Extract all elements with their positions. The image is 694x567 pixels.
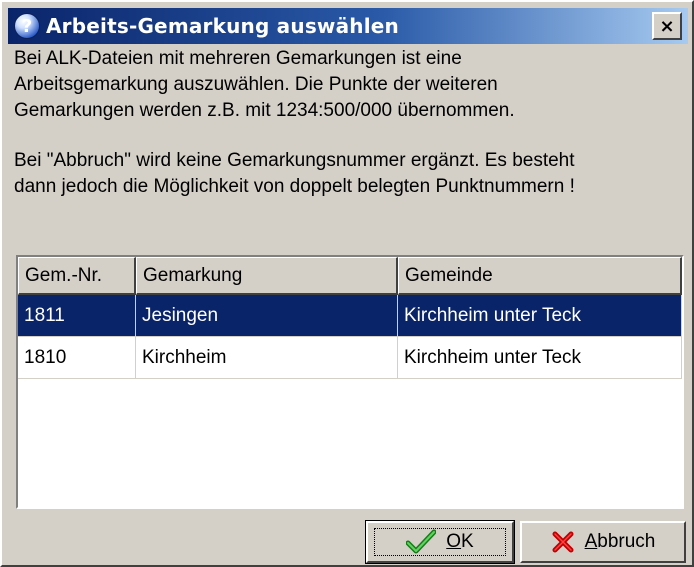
cell-gemarkung: Jesingen — [136, 295, 398, 336]
close-icon: × — [659, 15, 675, 37]
column-header-gemeinde[interactable]: Gemeinde — [398, 257, 682, 295]
focus-rect — [374, 528, 506, 556]
list-header: Gem.-Nr. Gemarkung Gemeinde — [18, 257, 682, 295]
cancel-label: Abbruch — [584, 531, 656, 552]
column-header-gemarkung[interactable]: Gemarkung — [136, 257, 398, 295]
red-x-icon — [551, 530, 575, 554]
question-icon: ? — [14, 13, 40, 39]
cell-gem-nr: 1811 — [18, 295, 136, 336]
message-paragraph-1: Bei ALK-Dateien mit mehreren Gemarkungen… — [14, 48, 515, 121]
cell-gem-nr: 1810 — [18, 337, 136, 378]
message-paragraph-2: Bei "Abbruch" wird keine Gemarkungsnumme… — [14, 150, 575, 197]
cell-gemeinde: Kirchheim unter Teck — [398, 337, 682, 378]
table-row[interactable]: 1811 Jesingen Kirchheim unter Teck — [18, 295, 682, 337]
cell-gemarkung: Kirchheim — [136, 337, 398, 378]
dialog-window: ? Arbeits-Gemarkung auswählen × Bei ALK-… — [0, 0, 694, 567]
ok-button[interactable]: OK — [365, 520, 515, 564]
column-header-gem-nr[interactable]: Gem.-Nr. — [18, 257, 136, 295]
table-row[interactable]: 1810 Kirchheim Kirchheim unter Teck — [18, 337, 682, 379]
dialog-title: Arbeits-Gemarkung auswählen — [46, 14, 399, 38]
gemarkung-list[interactable]: Gem.-Nr. Gemarkung Gemeinde 1811 Jesinge… — [16, 255, 684, 509]
title-bar[interactable]: ? Arbeits-Gemarkung auswählen × — [8, 8, 688, 44]
cancel-button[interactable]: Abbruch — [520, 521, 686, 563]
close-button[interactable]: × — [652, 12, 682, 40]
cell-gemeinde: Kirchheim unter Teck — [398, 295, 682, 336]
